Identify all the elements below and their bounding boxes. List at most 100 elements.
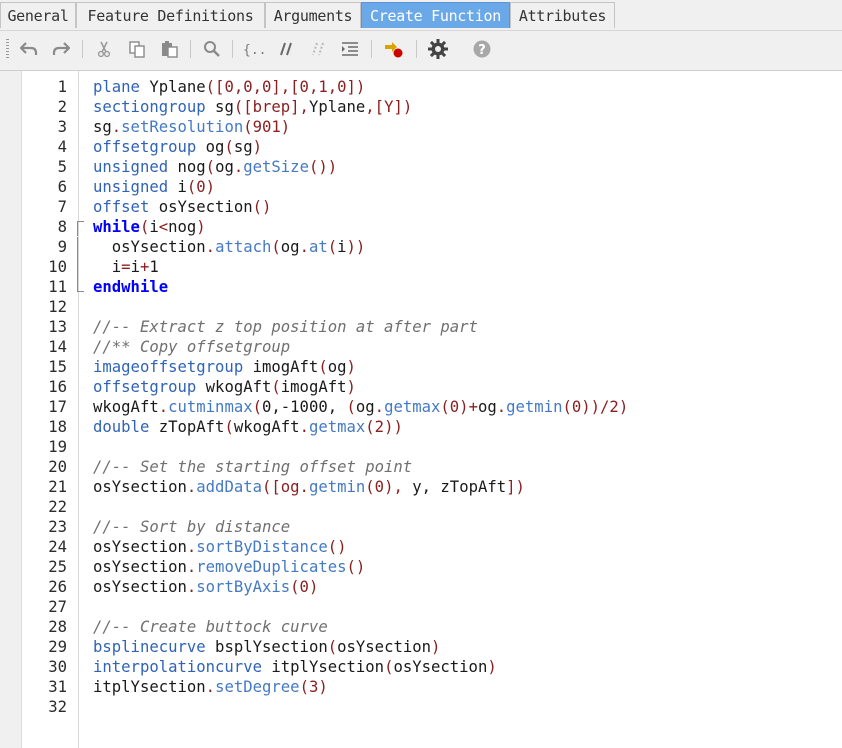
code-line[interactable]: 12	[48, 297, 842, 317]
code-token: osYsection	[93, 478, 187, 496]
copy-icon[interactable]	[125, 37, 149, 61]
uncomment-icon[interactable]	[306, 37, 330, 61]
code-line[interactable]: 20 //-- Set the starting offset point	[48, 457, 842, 477]
line-number: 24	[48, 538, 67, 556]
line-number: 31	[48, 678, 67, 696]
toolbar-separator	[371, 40, 372, 58]
paste-icon[interactable]	[158, 37, 182, 61]
code-line[interactable]: 25 osYsection.removeDuplicates()	[48, 557, 842, 577]
code-line[interactable]: 29 bsplinecurve bsplYsection(osYsection)	[48, 637, 842, 657]
tab-arguments[interactable]: Arguments	[265, 2, 361, 28]
code-token: ([brep],	[233, 98, 309, 116]
code-line[interactable]: 10 i=i+1	[48, 257, 842, 277]
fold-marker[interactable]	[77, 221, 84, 236]
settings-icon[interactable]	[426, 37, 450, 61]
code-line[interactable]: 23 //-- Sort by distance	[48, 517, 842, 537]
code-line[interactable]: 3 sg.setResolution(901)	[58, 117, 842, 137]
editor-toolbar: {..} ?	[0, 30, 842, 67]
code-line[interactable]: 24 osYsection.sortByDistance()	[48, 537, 842, 557]
code-token: (	[318, 358, 328, 376]
code-text: //-- Extract z top position at after par…	[93, 317, 478, 337]
code-text: sectiongroup sg([brep],Yplane,[Y])	[93, 97, 412, 117]
line-number: 28	[48, 618, 67, 636]
code-token: removeDuplicates	[196, 558, 347, 576]
undo-icon[interactable]	[17, 37, 41, 61]
code-token: osYsection	[337, 638, 432, 656]
code-area[interactable]: 1 plane Yplane([0,0,0],[0,1,0]) 2 sectiongr…	[48, 77, 842, 717]
help-icon[interactable]: ?	[470, 37, 494, 61]
code-line[interactable]: 15 imageoffsetgroup imogAft(og)	[48, 357, 842, 377]
code-line[interactable]: 11 endwhile	[48, 277, 842, 297]
code-token: .	[186, 478, 197, 496]
line-number: 20	[48, 458, 67, 476]
code-token: i	[337, 238, 347, 256]
line-number: 1	[57, 78, 67, 96]
code-text: while(i<nog)	[93, 217, 206, 237]
code-line[interactable]: 17 wkogAft.cutminmax(0,-1000, (og.getmax(…	[48, 397, 842, 417]
code-token: ()	[346, 558, 366, 576]
code-token: sg	[93, 118, 112, 136]
code-token: (	[252, 398, 262, 416]
code-line[interactable]: 6 unsigned i(0)	[58, 177, 842, 197]
code-token: //-- Create buttock curve	[93, 618, 328, 636]
code-token: ))	[346, 238, 366, 256]
code-token: og	[477, 398, 497, 416]
tab-feature-definitions[interactable]: Feature Definitions	[76, 2, 265, 28]
code-line[interactable]: 22	[48, 497, 842, 517]
code-line[interactable]: 5 unsigned nog(og.getSize())	[58, 157, 842, 177]
code-token: //-- Sort by distance	[93, 518, 291, 536]
code-text: interpolationcurve itplYsection(osYsecti…	[93, 657, 497, 677]
code-line[interactable]: 27	[48, 597, 842, 617]
code-token: getmax	[384, 398, 441, 416]
code-token: nog	[168, 218, 197, 236]
code-line[interactable]: 26 osYsection.sortByAxis(0)	[48, 577, 842, 597]
tab-attributes[interactable]: Attributes	[510, 2, 615, 28]
code-line[interactable]: 16 offsetgroup wkogAft(imogAft)	[48, 377, 842, 397]
cut-icon[interactable]	[92, 37, 116, 61]
redo-icon[interactable]	[49, 37, 73, 61]
code-token: og	[355, 398, 375, 416]
code-token: unsigned	[93, 158, 169, 176]
code-line[interactable]: 18 double zTopAft(wkogAft.getmax(2))	[48, 417, 842, 437]
code-token: (901)	[243, 118, 291, 136]
line-number: 7	[57, 198, 67, 216]
tab-bar: General Feature Definitions Arguments Cr…	[0, 0, 842, 30]
code-line[interactable]: 8 while(i<nog)	[58, 217, 842, 237]
tab-create-function[interactable]: Create Function	[361, 2, 510, 28]
code-line[interactable]: 30 interpolationcurve itplYsection(osYsec…	[48, 657, 842, 677]
code-line[interactable]: 21 osYsection.addData([og.getmin(0), y, z…	[48, 477, 842, 497]
toolbar-separator	[416, 40, 417, 58]
code-token: .	[374, 398, 385, 416]
code-text: unsigned i(0)	[93, 177, 215, 197]
code-token: i	[130, 258, 140, 276]
code-editor[interactable]: 1 plane Yplane([0,0,0],[0,1,0]) 2 sectiongr…	[0, 70, 842, 748]
find-icon[interactable]	[200, 37, 224, 61]
code-token: ])	[506, 478, 525, 496]
code-line[interactable]: 31 itplYsection.setDegree(3)	[48, 677, 842, 697]
code-token: sg	[233, 138, 253, 156]
code-text: plane Yplane([0,0,0],[0,1,0])	[93, 77, 365, 97]
indent-icon[interactable]	[338, 37, 362, 61]
code-line[interactable]: 32	[48, 697, 842, 717]
code-line[interactable]: 9 osYsection.attach(og.at(i))	[58, 237, 842, 257]
line-number: 3	[57, 118, 67, 136]
code-line[interactable]: 13 //-- Extract z top position at after p…	[48, 317, 842, 337]
code-token: 1	[149, 258, 159, 276]
line-number: 9	[57, 238, 67, 256]
comment-icon[interactable]	[274, 37, 298, 61]
code-token: unsigned	[93, 178, 169, 196]
code-token: //** Copy offsetgroup	[93, 338, 291, 356]
tab-general[interactable]: General	[0, 2, 76, 28]
code-line[interactable]: 4 offsetgroup og(sg)	[58, 137, 842, 157]
code-line[interactable]: 19	[48, 437, 842, 457]
code-line[interactable]: 2 sectiongroup sg([brep],Yplane,[Y])	[58, 97, 842, 117]
code-text: //-- Sort by distance	[93, 517, 290, 537]
code-line[interactable]: 7 offset osYsection()	[58, 197, 842, 217]
code-line[interactable]: 1 plane Yplane([0,0,0],[0,1,0])	[58, 77, 842, 97]
code-line[interactable]: 28 //-- Create buttock curve	[48, 617, 842, 637]
code-text: osYsection.addData([og.getmin(0), y, zTo…	[93, 477, 525, 497]
braces-icon[interactable]: {..}	[242, 37, 266, 61]
code-line[interactable]: 14 //** Copy offsetgroup	[48, 337, 842, 357]
code-text: itplYsection.setDegree(3)	[93, 677, 328, 697]
run-icon[interactable]	[382, 37, 406, 61]
